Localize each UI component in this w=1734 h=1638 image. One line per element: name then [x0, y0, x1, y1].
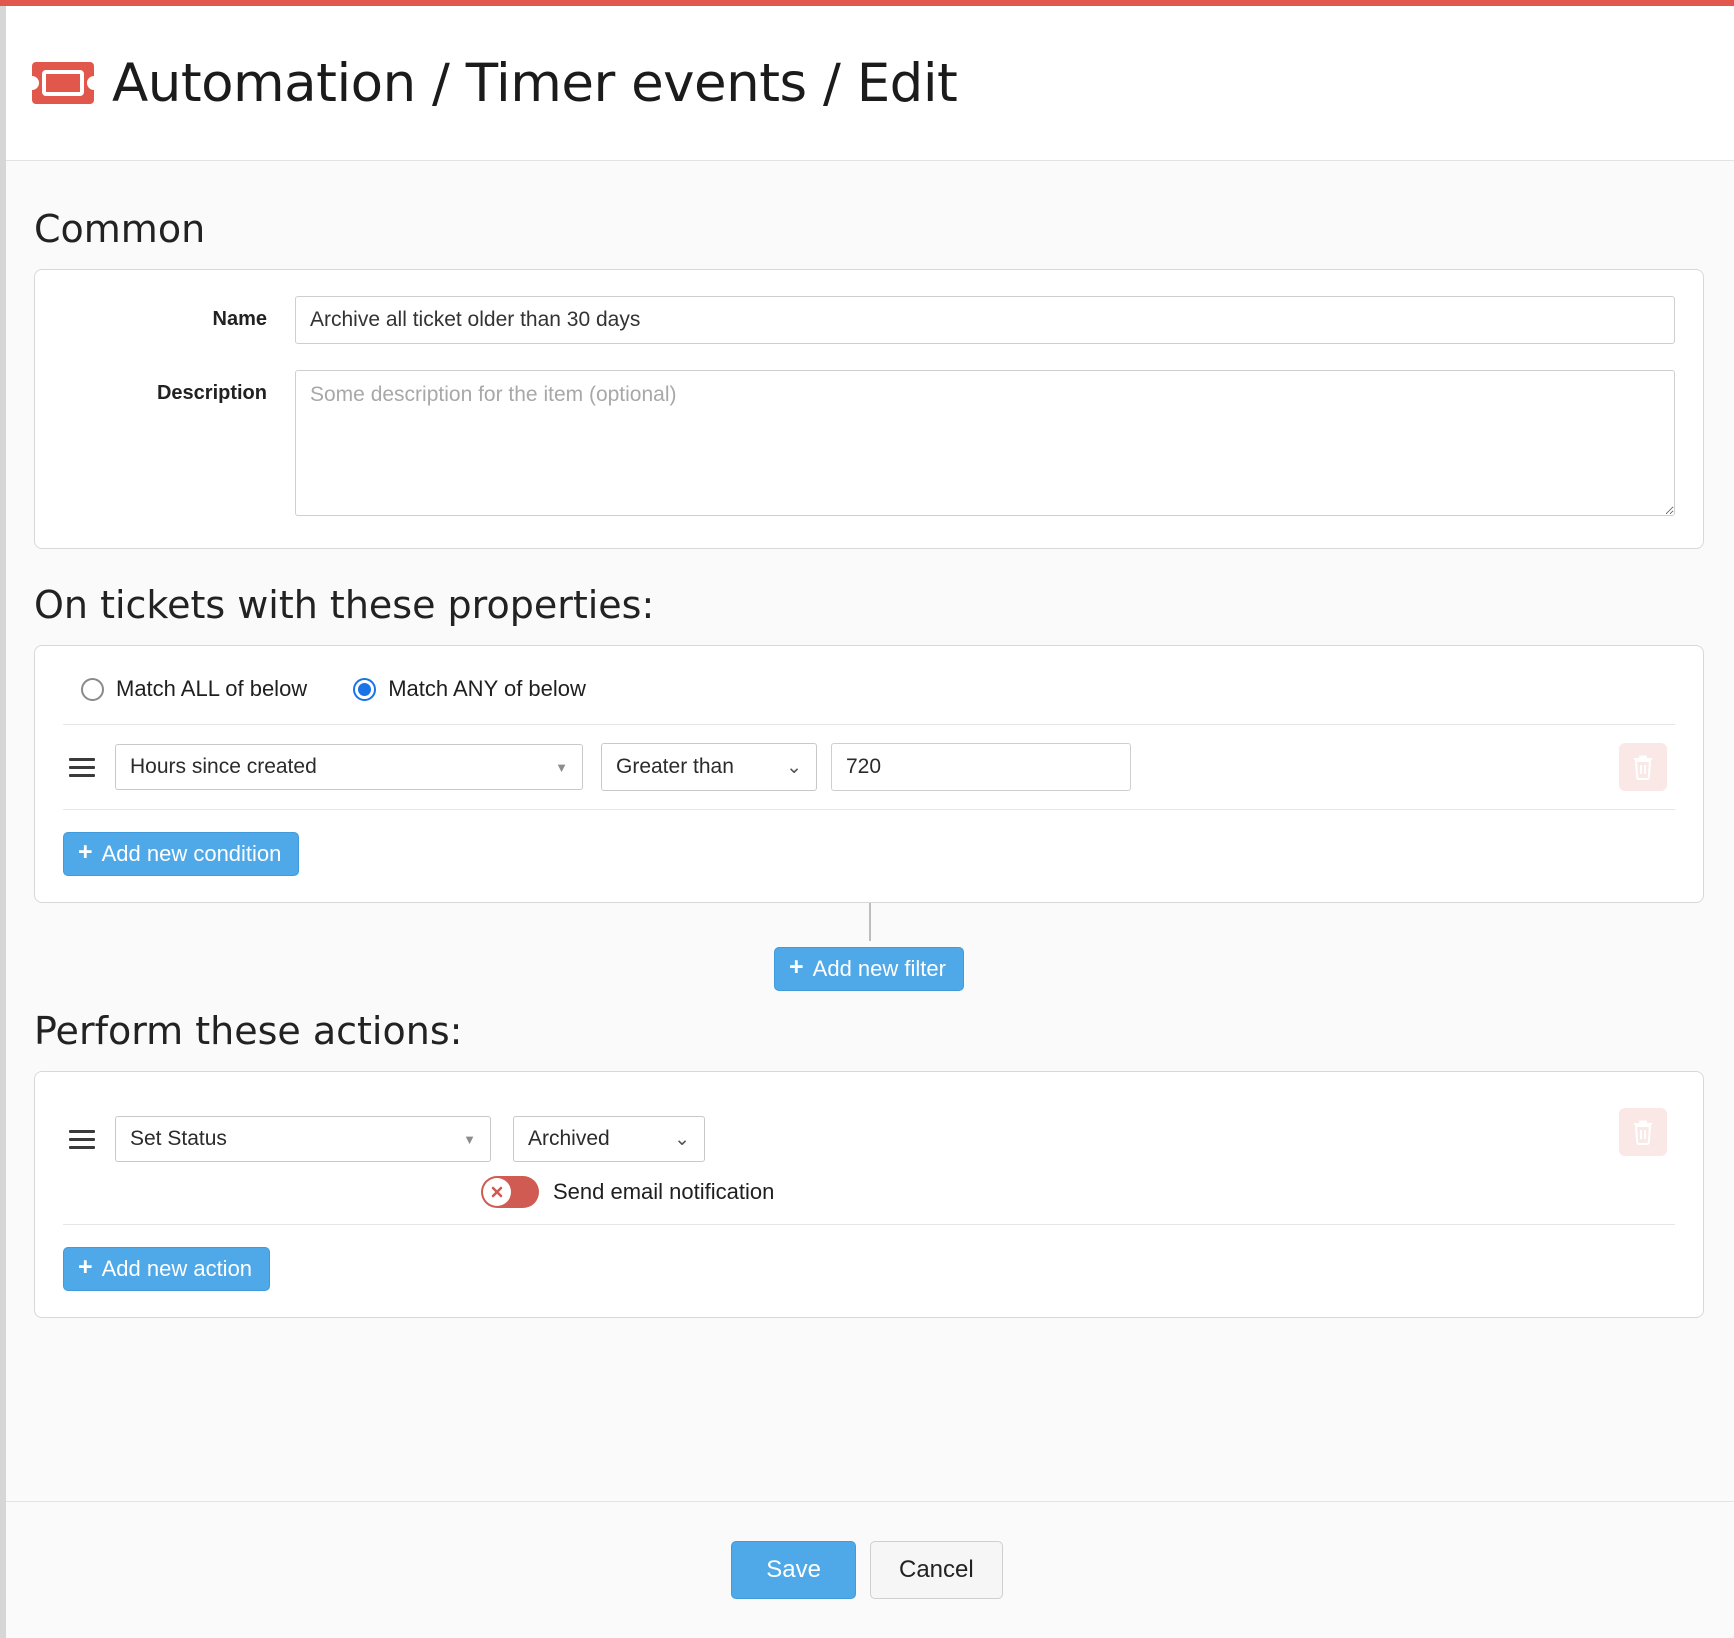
email-notification-row: Send email notification: [63, 1166, 1675, 1225]
action-value-text: Archived: [528, 1127, 610, 1150]
description-field-row: Description: [63, 370, 1675, 516]
name-field-row: Name: [63, 296, 1675, 344]
action-value-select[interactable]: Archived ⌄: [513, 1116, 705, 1162]
add-new-condition-button[interactable]: + Add new condition: [63, 832, 300, 876]
actions-card: Set Status ▼ Archived ⌄ Send email notif…: [34, 1071, 1704, 1318]
drag-handle-icon[interactable]: [69, 1129, 103, 1149]
chevron-down-icon: ⌄: [674, 1127, 690, 1150]
trash-icon: [1634, 755, 1652, 780]
condition-value-input[interactable]: [831, 743, 1131, 791]
add-new-filter-label: Add new filter: [812, 955, 946, 981]
plus-icon: +: [78, 1253, 93, 1281]
delete-condition-button[interactable]: [1619, 743, 1667, 791]
common-section-title: Common: [34, 207, 206, 251]
condition-field-value: Hours since created: [130, 755, 317, 778]
common-card: Name Description: [34, 269, 1704, 549]
toggle-knob: [483, 1178, 511, 1206]
cancel-button[interactable]: Cancel: [869, 1541, 1003, 1599]
radio-label-all: Match ALL of below: [116, 676, 308, 701]
send-email-notification-toggle[interactable]: [481, 1176, 539, 1208]
plus-icon: +: [789, 953, 804, 981]
page-header: Automation / Timer events / Edit: [0, 6, 1734, 161]
page-title: Automation / Timer events / Edit: [112, 52, 958, 114]
description-label: Description: [156, 382, 267, 404]
action-type-select[interactable]: Set Status ▼: [115, 1116, 491, 1162]
close-icon: [491, 1186, 503, 1198]
action-actions: + Add new action: [63, 1225, 1675, 1291]
match-mode-group: Match ALL of below Match ANY of below: [63, 672, 1675, 725]
chevron-down-icon: ⌄: [786, 755, 802, 778]
add-filter-area: + Add new filter: [34, 903, 1704, 999]
filter-connector-line: [869, 903, 871, 941]
name-input[interactable]: [295, 296, 1675, 344]
action-row: Set Status ▼ Archived ⌄: [63, 1098, 1675, 1166]
action-type-value: Set Status: [130, 1127, 227, 1150]
radio-indicator-any[interactable]: [353, 677, 377, 701]
save-button[interactable]: Save: [731, 1541, 856, 1599]
conditions-section-title: On tickets with these properties:: [34, 583, 655, 627]
condition-operator-value: Greater than: [616, 755, 734, 778]
radio-label-any: Match ANY of below: [388, 676, 586, 701]
name-label: Name: [212, 308, 267, 330]
chevron-down-icon: ▼: [555, 759, 568, 775]
page-root: Automation / Timer events / Edit Common …: [0, 0, 1734, 1638]
add-new-filter-button[interactable]: + Add new filter: [774, 947, 964, 991]
add-new-condition-label: Add new condition: [101, 840, 282, 866]
radio-match-all[interactable]: Match ALL of below: [81, 676, 307, 702]
send-email-notification-label: Send email notification: [553, 1179, 775, 1204]
form-footer: Save Cancel: [0, 1501, 1734, 1638]
conditions-card: Match ALL of below Match ANY of below Ho…: [34, 645, 1704, 903]
condition-operator-select[interactable]: Greater than ⌄: [601, 743, 817, 791]
actions-section-title: Perform these actions:: [34, 1009, 463, 1053]
radio-indicator-all[interactable]: [81, 677, 104, 701]
left-edge-rail: [0, 6, 6, 1638]
page-body: Common Name Description On tickets with …: [0, 161, 1734, 1501]
condition-field-select[interactable]: Hours since created ▼: [115, 744, 583, 790]
chevron-down-icon: ▼: [463, 1131, 476, 1147]
delete-action-button[interactable]: [1619, 1108, 1667, 1156]
radio-match-any[interactable]: Match ANY of below: [353, 676, 586, 702]
description-input[interactable]: [295, 370, 1675, 516]
condition-actions: + Add new condition: [63, 810, 1675, 876]
add-new-action-button[interactable]: + Add new action: [63, 1247, 271, 1291]
ticket-icon: [32, 62, 94, 104]
trash-icon: [1634, 1120, 1652, 1145]
condition-row: Hours since created ▼ Greater than ⌄: [63, 725, 1675, 810]
plus-icon: +: [78, 838, 93, 866]
drag-handle-icon[interactable]: [69, 757, 103, 777]
add-new-action-label: Add new action: [101, 1255, 253, 1281]
